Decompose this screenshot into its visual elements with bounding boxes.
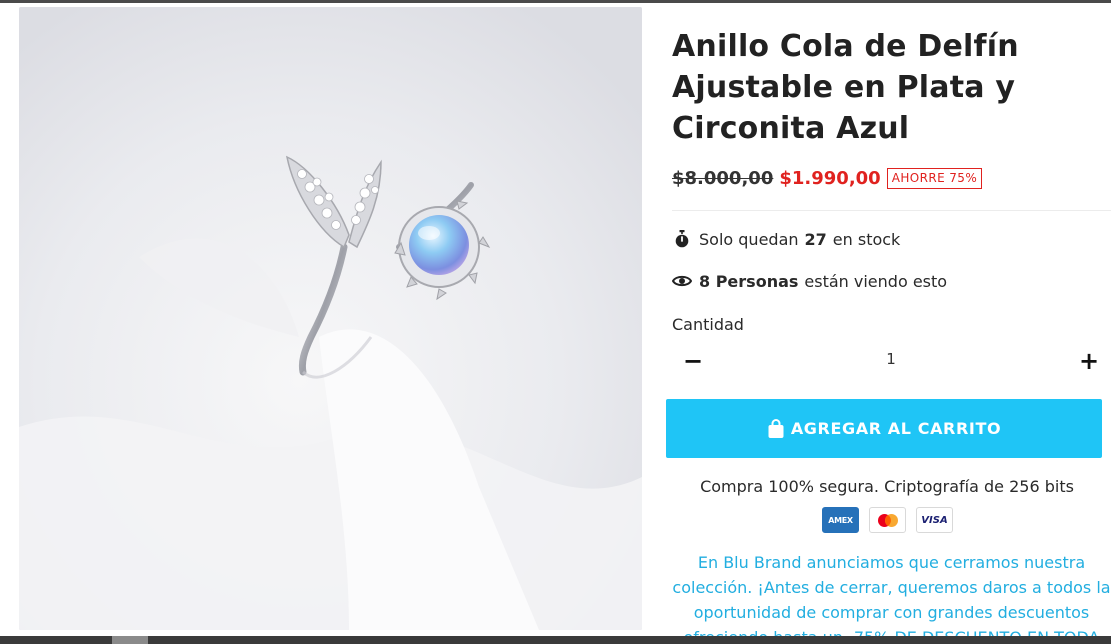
stopwatch-icon (672, 229, 692, 249)
viewers-suffix: están viendo esto (804, 271, 948, 291)
quantity-decrease-button[interactable]: − (682, 348, 704, 374)
viewers-count: 8 Personas (699, 271, 799, 291)
quantity-increase-button[interactable]: + (1077, 348, 1101, 374)
secure-checkout-text: Compra 100% segura. Criptografía de 256 … (700, 477, 1074, 496)
promo-message: En Blu Brand anunciamos que cerramos nue… (672, 553, 1111, 644)
top-border (0, 0, 1111, 3)
amex-icon: AMEX (822, 507, 859, 533)
visa-icon: VISA (916, 507, 953, 533)
divider (672, 210, 1111, 211)
sale-price: $1.990,00 (779, 167, 881, 189)
product-title: Anillo Cola de Delfín Ajustable en Plata… (672, 29, 1019, 146)
shopping-bag-icon (767, 418, 785, 439)
payment-methods: AMEX VISA (822, 507, 953, 533)
price-row: $8.000,00 $1.990,00 AHORRE 75% (672, 166, 983, 190)
quantity-label: Cantidad (672, 315, 744, 334)
eye-icon (672, 271, 692, 291)
stock-suffix: en stock (832, 229, 901, 249)
stock-indicator: Solo quedan 27 en stock (672, 229, 900, 249)
discount-badge: AHORRE 75% (886, 167, 983, 189)
viewers-indicator: 8 Personas están viendo esto (672, 271, 947, 291)
quantity-input[interactable]: 1 (876, 350, 906, 368)
compare-at-price: $8.000,00 (672, 167, 774, 189)
horizontal-scrollbar[interactable] (0, 636, 1111, 644)
product-image[interactable] (19, 7, 642, 630)
mastercard-icon (869, 507, 906, 533)
quantity-stepper: − 1 + (672, 346, 1102, 376)
stock-prefix: Solo quedan (699, 229, 799, 249)
add-to-cart-label: AGREGAR AL CARRITO (790, 419, 1002, 438)
scrollbar-thumb[interactable] (112, 636, 148, 644)
ring-illustration (19, 7, 642, 630)
add-to-cart-button[interactable]: AGREGAR AL CARRITO (666, 399, 1102, 458)
stock-count: 27 (804, 229, 827, 249)
